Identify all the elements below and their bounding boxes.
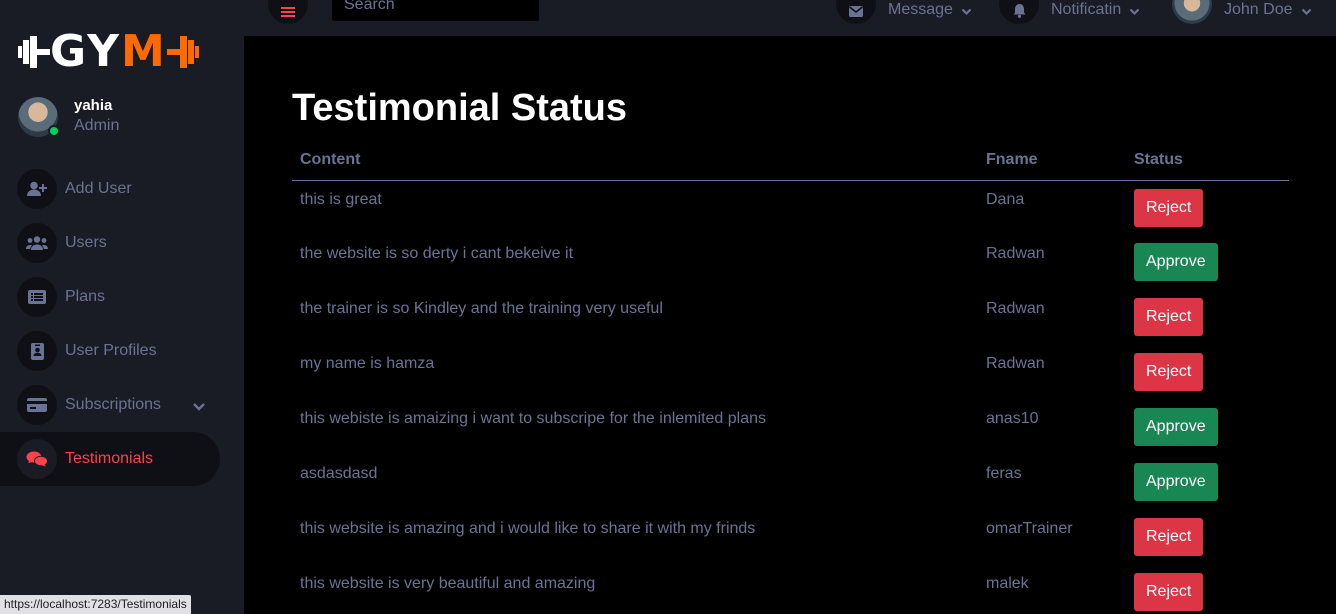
table-row: this webiste is amaizing i want to subsc…	[292, 400, 1289, 455]
sidebar-item-plans[interactable]: Plans	[0, 270, 244, 324]
chevron-down-icon[interactable]	[192, 397, 206, 416]
dumbbell-left-icon	[16, 30, 50, 74]
sidebar-item-label: Users	[65, 234, 107, 251]
online-status-dot	[48, 125, 60, 137]
sidebar-nav: Add User Users Plans User Profiles Subsc…	[0, 162, 244, 486]
user-name: John Doe	[1224, 1, 1293, 18]
bell-icon	[999, 0, 1039, 24]
sidebar-item-label: Testimonials	[65, 450, 154, 467]
approve-button[interactable]: Approve	[1134, 463, 1218, 501]
testimonial-content: my name is hamza	[300, 355, 435, 372]
table-row: the trainer is so Kindley and the traini…	[292, 290, 1289, 345]
table-header-row: Content Fname Status	[292, 142, 1289, 181]
testimonial-content: the website is so derty i cant bekeive i…	[300, 245, 574, 262]
column-header-content: Content	[292, 142, 978, 181]
sidebar-item-users[interactable]: Users	[0, 216, 244, 270]
sidebar-item-add-user[interactable]: Add User	[0, 162, 244, 216]
add-user-icon	[17, 169, 57, 209]
notifications-dropdown[interactable]: Notificatin	[999, 0, 1140, 24]
search-field[interactable]	[332, 0, 539, 21]
profile-role: Admin	[74, 117, 120, 134]
column-header-status: Status	[1126, 142, 1289, 181]
logo-letter-y: Y	[87, 26, 122, 77]
testimonial-status-cell: Approve	[1126, 400, 1289, 455]
testimonial-status-cell: Approve	[1126, 235, 1289, 290]
logo-letter-g: G	[50, 26, 88, 77]
comments-icon	[17, 439, 57, 479]
main-content: Testimonial Status Content Fname Status …	[244, 36, 1336, 614]
user-profile-dropdown[interactable]: John Doe	[1172, 0, 1312, 24]
table-row: this website is amazing and i would like…	[292, 510, 1289, 565]
testimonial-fname: Radwan	[986, 245, 1045, 262]
dumbbell-right-icon	[166, 30, 201, 74]
table-row: this is great Dana Reject	[292, 180, 1289, 235]
testimonial-status-cell: Reject	[1126, 180, 1289, 235]
chevron-down-icon	[1301, 0, 1312, 20]
menu-toggle-button[interactable]	[268, 0, 308, 24]
testimonial-fname: Dana	[986, 190, 1025, 208]
chevron-down-icon	[961, 0, 972, 20]
gym-logo[interactable]: GYM	[16, 30, 201, 74]
messages-label: Message	[888, 1, 953, 18]
testimonial-status-cell: Reject	[1126, 345, 1289, 400]
table-row: this website is very beautiful and amazi…	[292, 565, 1289, 614]
logo-letter-m: M	[121, 26, 167, 77]
sidebar-item-testimonials[interactable]: Testimonials	[0, 432, 220, 486]
testimonial-status-cell: Approve	[1126, 455, 1289, 510]
sidebar-item-label: Subscriptions	[65, 396, 162, 413]
column-header-fname: Fname	[978, 142, 1126, 181]
envelope-icon	[836, 0, 876, 24]
id-badge-icon	[17, 331, 57, 371]
table-row: my name is hamza Radwan Reject	[292, 345, 1289, 400]
testimonial-fname: Radwan	[986, 355, 1045, 372]
testimonial-status-cell: Reject	[1126, 510, 1289, 565]
table-row: asdasdasd feras Approve	[292, 455, 1289, 510]
logo-wordmark: GYM	[50, 30, 167, 74]
avatar	[1172, 0, 1212, 24]
messages-dropdown[interactable]: Message	[836, 0, 972, 24]
approve-button[interactable]: Approve	[1134, 243, 1218, 281]
sidebar-item-subscriptions[interactable]: Subscriptions	[0, 378, 244, 432]
search-input[interactable]	[344, 0, 527, 14]
testimonials-table: Content Fname Status this is great Dana Re…	[292, 142, 1289, 614]
profile-name: yahia	[74, 97, 113, 114]
reject-button[interactable]: Reject	[1134, 518, 1204, 556]
testimonial-fname: anas10	[986, 410, 1039, 427]
avatar	[18, 97, 60, 137]
testimonial-content: this webiste is amaizing i want to subsc…	[300, 410, 766, 427]
testimonial-fname: omarTrainer	[986, 520, 1073, 537]
testimonial-status-cell: Reject	[1126, 565, 1289, 614]
testimonial-fname: feras	[986, 465, 1022, 482]
notifications-label: Notificatin	[1051, 1, 1122, 18]
reject-button[interactable]: Reject	[1134, 188, 1204, 227]
page-title: Testimonial Status	[292, 87, 628, 129]
sidebar-profile: yahia Admin	[18, 97, 119, 137]
sidebar-item-user-profiles[interactable]: User Profiles	[0, 324, 244, 378]
hamburger-icon	[281, 7, 295, 17]
testimonial-fname: malek	[986, 575, 1029, 592]
chevron-down-icon	[1129, 0, 1140, 20]
sidebar-item-label: Plans	[65, 288, 106, 305]
testimonial-content: asdasdasd	[300, 465, 378, 482]
reject-button[interactable]: Reject	[1134, 573, 1204, 611]
sidebar: GYM yahia Admin Add User Users Plans Use…	[0, 0, 244, 614]
list-icon	[17, 277, 57, 317]
testimonial-content: this website is very beautiful and amazi…	[300, 575, 596, 592]
testimonial-fname: Radwan	[986, 300, 1045, 317]
testimonial-status-cell: Reject	[1126, 290, 1289, 345]
sidebar-item-label: User Profiles	[65, 342, 157, 359]
reject-button[interactable]: Reject	[1134, 298, 1204, 336]
testimonial-content: this website is amazing and i would like…	[300, 520, 756, 537]
testimonial-content: this is great	[300, 190, 382, 208]
approve-button[interactable]: Approve	[1134, 408, 1218, 446]
testimonial-content: the trainer is so Kindley and the traini…	[300, 300, 663, 317]
top-navbar: Message Notificatin John Doe	[244, 0, 1336, 36]
table-row: the website is so derty i cant bekeive i…	[292, 235, 1289, 290]
sidebar-item-label: Add User	[65, 180, 132, 197]
browser-status-url: https://localhost:7283/Testimonials	[0, 595, 191, 614]
credit-card-icon	[17, 385, 57, 425]
reject-button[interactable]: Reject	[1134, 353, 1204, 391]
users-icon	[17, 223, 57, 263]
